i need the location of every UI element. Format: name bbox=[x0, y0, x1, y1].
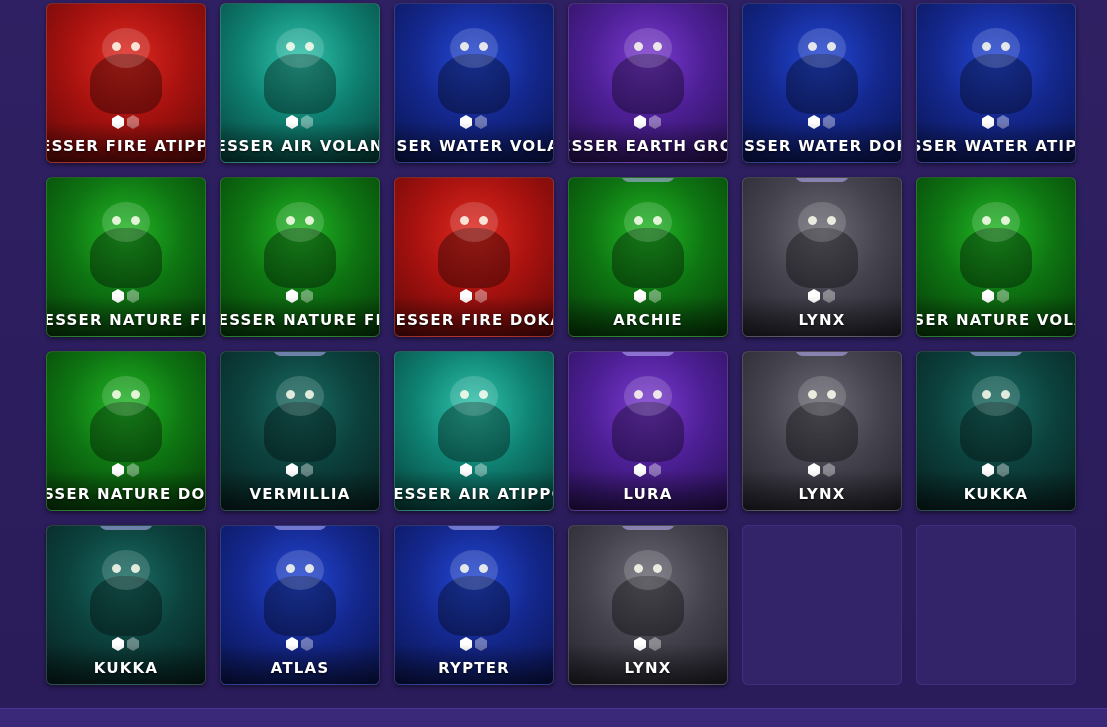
creature-card[interactable]: ARCHIE bbox=[568, 177, 728, 337]
empty-slot[interactable] bbox=[916, 525, 1076, 685]
creature-portrait bbox=[776, 370, 868, 466]
creature-name: LESSER WATER ATIPPO bbox=[917, 137, 1075, 155]
creature-portrait bbox=[428, 544, 520, 640]
creature-name: KUKKA bbox=[963, 485, 1029, 503]
creature-portrait bbox=[80, 544, 172, 640]
creature-name: LESSER NATURE DOKA bbox=[47, 485, 206, 503]
creature-card[interactable]: LESSER NATURE DOKA bbox=[46, 351, 206, 511]
creature-portrait bbox=[776, 196, 868, 292]
creature-name: LESSER AIR VOLANT bbox=[221, 137, 379, 155]
creature-portrait bbox=[80, 370, 172, 466]
creature-portrait bbox=[254, 22, 346, 118]
creature-name: LESSER NATURE FLI bbox=[46, 311, 205, 329]
creature-portrait bbox=[254, 196, 346, 292]
creature-name: LYNX bbox=[798, 311, 846, 329]
creature-portrait bbox=[254, 544, 346, 640]
creature-portrait bbox=[80, 22, 172, 118]
creature-card[interactable]: LESSER NATURE VOLANT bbox=[916, 177, 1076, 337]
creature-name: ARCHIE bbox=[613, 311, 683, 329]
creature-portrait bbox=[950, 370, 1042, 466]
creature-grid: LESSER FIRE ATIPPO LESSER AIR VOLANT LES… bbox=[46, 3, 1076, 685]
creature-card[interactable]: LESSER AIR ATIPPO bbox=[394, 351, 554, 511]
creature-portrait bbox=[602, 196, 694, 292]
creature-name: LURA bbox=[623, 485, 673, 503]
creature-portrait bbox=[950, 196, 1042, 292]
creature-name: RYPTER bbox=[438, 659, 510, 677]
creature-card[interactable]: LYNX bbox=[568, 525, 728, 685]
creature-portrait bbox=[428, 370, 520, 466]
creature-card[interactable]: RYPTER bbox=[394, 525, 554, 685]
creature-name: LYNX bbox=[798, 485, 846, 503]
creature-portrait bbox=[776, 22, 868, 118]
creature-card[interactable]: LESSER WATER DOKA bbox=[742, 3, 902, 163]
creature-name: LESSER NATURE VOLANT bbox=[916, 311, 1075, 329]
creature-portrait bbox=[950, 22, 1042, 118]
empty-slot[interactable] bbox=[742, 525, 902, 685]
bottom-bar bbox=[0, 708, 1107, 727]
creature-name: LESSER EARTH GROK bbox=[569, 137, 727, 155]
creature-card[interactable]: ATLAS bbox=[220, 525, 380, 685]
creature-portrait bbox=[254, 370, 346, 466]
creature-name: KUKKA bbox=[93, 659, 159, 677]
creature-portrait bbox=[602, 370, 694, 466]
creature-card[interactable]: LURA bbox=[568, 351, 728, 511]
creature-card[interactable]: LESSER NATURE FLI bbox=[46, 177, 206, 337]
creature-name: LESSER WATER DOKA bbox=[743, 137, 901, 155]
creature-name: LESSER AIR ATIPPO bbox=[394, 485, 553, 503]
creature-name: LYNX bbox=[624, 659, 672, 677]
creature-card[interactable]: LESSER WATER VOLANT bbox=[394, 3, 554, 163]
creature-card[interactable]: LESSER EARTH GROK bbox=[568, 3, 728, 163]
creature-card[interactable]: KUKKA bbox=[916, 351, 1076, 511]
creature-name: LESSER FIRE DOKA bbox=[395, 311, 553, 329]
creature-name: LESSER WATER VOLANT bbox=[395, 137, 553, 155]
creature-card[interactable]: LESSER NATURE FLI bbox=[220, 177, 380, 337]
creature-portrait bbox=[602, 22, 694, 118]
inventory-panel: LESSER FIRE ATIPPO LESSER AIR VOLANT LES… bbox=[0, 0, 1107, 708]
creature-card[interactable]: LESSER FIRE ATIPPO bbox=[46, 3, 206, 163]
creature-card[interactable]: LYNX bbox=[742, 177, 902, 337]
creature-portrait bbox=[602, 544, 694, 640]
creature-portrait bbox=[428, 196, 520, 292]
creature-name: LESSER NATURE FLI bbox=[220, 311, 379, 329]
creature-name: ATLAS bbox=[270, 659, 330, 677]
creature-portrait bbox=[428, 22, 520, 118]
creature-card[interactable]: LYNX bbox=[742, 351, 902, 511]
creature-card[interactable]: VERMILLIA bbox=[220, 351, 380, 511]
creature-portrait bbox=[80, 196, 172, 292]
creature-card[interactable]: LESSER FIRE DOKA bbox=[394, 177, 554, 337]
creature-name: VERMILLIA bbox=[249, 485, 351, 503]
creature-card[interactable]: LESSER WATER ATIPPO bbox=[916, 3, 1076, 163]
creature-card[interactable]: LESSER AIR VOLANT bbox=[220, 3, 380, 163]
creature-name: LESSER FIRE ATIPPO bbox=[47, 137, 205, 155]
creature-card[interactable]: KUKKA bbox=[46, 525, 206, 685]
